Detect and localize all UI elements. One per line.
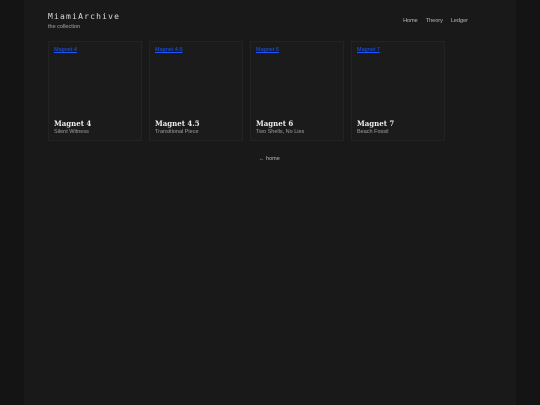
broken-image-link[interactable]: Magnet 7 xyxy=(357,47,380,53)
card-title: Magnet 4.5 xyxy=(155,119,200,128)
card-subtitle: Silent Witness xyxy=(54,129,89,135)
card-grid: Magnet 4 Magnet 4 Silent Witness Magnet … xyxy=(48,41,468,143)
site-brand[interactable]: MiamiArchive xyxy=(48,12,120,21)
card-magnet-6[interactable]: Magnet 6 Magnet 6 Two Shells, No Lies xyxy=(250,41,344,141)
site-tagline: the collection xyxy=(48,24,81,30)
nav-item-ledger[interactable]: Ledger xyxy=(451,18,468,24)
broken-image-link[interactable]: Magnet 4.5 xyxy=(155,47,183,53)
nav-item-home[interactable]: Home xyxy=(403,18,418,24)
broken-image-link[interactable]: Magnet 6 xyxy=(256,47,279,53)
top-nav: Home Theory Ledger xyxy=(403,18,468,24)
card-magnet-7[interactable]: Magnet 7 Magnet 7 Beach Fossil xyxy=(351,41,445,141)
broken-image-link[interactable]: Magnet 4 xyxy=(54,47,77,53)
card-title: Magnet 4 xyxy=(54,119,92,128)
card-title: Magnet 7 xyxy=(357,119,395,128)
card-subtitle: Two Shells, No Lies xyxy=(256,129,305,135)
card-magnet-4[interactable]: Magnet 4 Magnet 4 Silent Witness xyxy=(48,41,142,141)
card-subtitle: Transitional Piece xyxy=(155,129,199,135)
card-magnet-4-5[interactable]: Magnet 4.5 Magnet 4.5 Transitional Piece xyxy=(149,41,243,141)
site-header: MiamiArchive the collection Home Theory … xyxy=(48,12,468,36)
back-home-link[interactable]: ← home xyxy=(259,156,280,162)
nav-item-theory[interactable]: Theory xyxy=(426,18,443,24)
card-title: Magnet 6 xyxy=(256,119,294,128)
card-subtitle: Beach Fossil xyxy=(357,129,389,135)
